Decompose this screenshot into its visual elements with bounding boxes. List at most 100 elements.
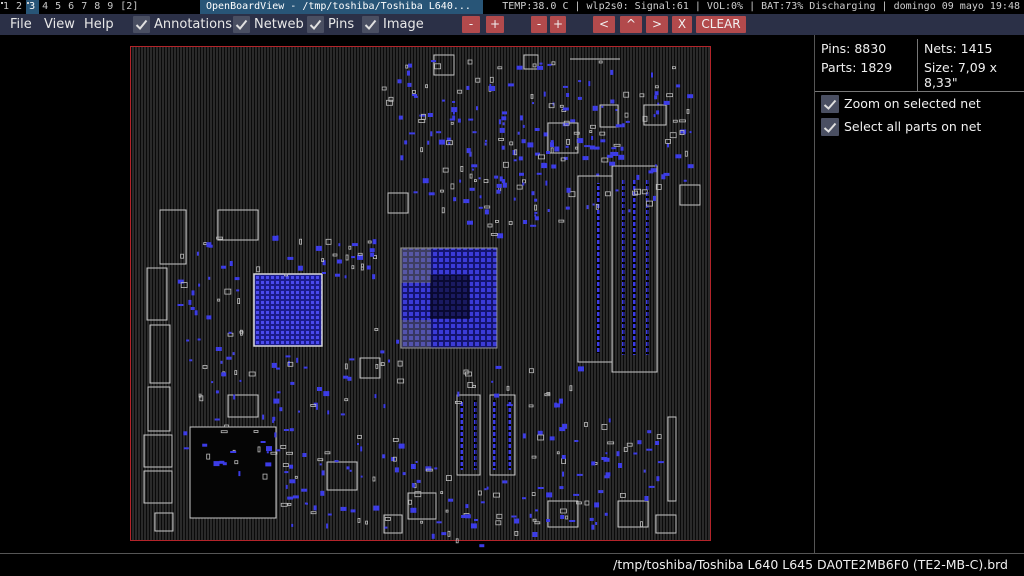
- smd-component[interactable]: [480, 501, 485, 504]
- smd-component[interactable]: [407, 70, 410, 76]
- smd-component[interactable]: [586, 205, 589, 210]
- smd-component[interactable]: [501, 116, 507, 121]
- smd-component[interactable]: [177, 304, 184, 306]
- smd-component[interactable]: [313, 505, 317, 511]
- smd-component[interactable]: [351, 243, 358, 247]
- smd-component[interactable]: [594, 502, 600, 508]
- smd-component[interactable]: [653, 195, 656, 201]
- smd-component[interactable]: [620, 146, 624, 151]
- smd-component[interactable]: [474, 519, 478, 521]
- smd-component[interactable]: [384, 526, 388, 529]
- smd-component[interactable]: [592, 203, 595, 206]
- smd-component[interactable]: [625, 120, 630, 123]
- smd-component[interactable]: [419, 114, 426, 117]
- smd-component[interactable]: [189, 359, 193, 362]
- smd-component[interactable]: [615, 124, 622, 128]
- gpu-part[interactable]: [400, 247, 498, 349]
- smd-component[interactable]: [289, 479, 296, 484]
- smd-component[interactable]: [644, 496, 649, 501]
- smd-component[interactable]: [409, 132, 415, 135]
- smd-component[interactable]: [301, 488, 308, 492]
- smd-component[interactable]: [562, 123, 569, 127]
- smd-component[interactable]: [196, 251, 199, 256]
- zoom-out-button[interactable]: -: [462, 16, 480, 33]
- pan-up-button[interactable]: ^: [620, 16, 642, 33]
- smd-component[interactable]: [215, 347, 222, 351]
- smd-component[interactable]: [610, 151, 617, 155]
- smd-component[interactable]: [550, 142, 554, 148]
- smd-component[interactable]: [484, 488, 487, 491]
- smd-component[interactable]: [191, 290, 195, 296]
- smd-component[interactable]: [303, 366, 308, 369]
- smd-component[interactable]: [327, 513, 332, 516]
- smd-component[interactable]: [194, 310, 198, 316]
- smd-component[interactable]: [537, 430, 543, 435]
- smd-component[interactable]: [287, 256, 294, 260]
- smd-component[interactable]: [349, 358, 355, 361]
- smd-component[interactable]: [519, 115, 523, 121]
- smd-component[interactable]: [589, 517, 594, 521]
- smd-component[interactable]: [266, 446, 272, 452]
- smd-component[interactable]: [546, 519, 551, 522]
- smd-component[interactable]: [338, 243, 341, 247]
- smd-component[interactable]: [372, 239, 377, 245]
- smd-component[interactable]: [289, 464, 294, 469]
- smd-component[interactable]: [534, 216, 539, 221]
- smd-component[interactable]: [578, 366, 584, 372]
- smd-component[interactable]: [469, 151, 472, 157]
- smd-component[interactable]: [422, 178, 429, 184]
- smd-component[interactable]: [502, 182, 507, 188]
- smd-component[interactable]: [265, 462, 272, 467]
- smd-component[interactable]: [618, 463, 622, 468]
- smd-component[interactable]: [551, 164, 557, 169]
- smd-component[interactable]: [562, 423, 568, 429]
- smd-component[interactable]: [576, 473, 583, 476]
- smd-component[interactable]: [570, 119, 576, 123]
- smd-component[interactable]: [562, 107, 569, 111]
- smd-component[interactable]: [495, 365, 502, 369]
- smd-component[interactable]: [518, 156, 523, 161]
- smd-component[interactable]: [574, 440, 579, 442]
- smd-component[interactable]: [534, 128, 540, 131]
- smd-component[interactable]: [428, 192, 435, 196]
- large-module-outline[interactable]: [189, 426, 277, 519]
- smd-component[interactable]: [584, 145, 591, 148]
- smd-component[interactable]: [228, 331, 232, 334]
- workspace-scratch[interactable]: [2]: [117, 0, 142, 14]
- smd-component[interactable]: [636, 174, 640, 180]
- smd-component[interactable]: [412, 94, 417, 96]
- smd-component[interactable]: [374, 394, 377, 399]
- smd-component[interactable]: [563, 85, 568, 88]
- smd-component[interactable]: [607, 154, 613, 158]
- smd-component[interactable]: [463, 199, 470, 204]
- smd-component[interactable]: [532, 532, 538, 537]
- smd-component[interactable]: [186, 339, 190, 342]
- smd-component[interactable]: [226, 356, 232, 360]
- smd-component[interactable]: [183, 447, 189, 450]
- smd-component[interactable]: [279, 407, 283, 412]
- smd-component[interactable]: [675, 154, 682, 159]
- smd-component[interactable]: [615, 109, 618, 111]
- smd-component[interactable]: [291, 523, 294, 527]
- smd-component[interactable]: [183, 431, 188, 436]
- smd-component[interactable]: [593, 146, 600, 150]
- smd-component[interactable]: [470, 523, 477, 529]
- menu-file[interactable]: File: [10, 14, 32, 35]
- smd-component[interactable]: [220, 360, 223, 364]
- smd-component[interactable]: [523, 220, 528, 224]
- smd-component[interactable]: [285, 484, 288, 489]
- smd-component[interactable]: [266, 451, 269, 454]
- close-button[interactable]: X: [672, 16, 692, 33]
- smd-component[interactable]: [687, 164, 694, 169]
- smd-component[interactable]: [373, 505, 380, 511]
- smd-component[interactable]: [334, 460, 339, 463]
- smd-component[interactable]: [290, 381, 295, 385]
- smd-component[interactable]: [320, 490, 325, 496]
- smd-component[interactable]: [190, 307, 195, 310]
- smd-component[interactable]: [396, 339, 400, 344]
- smd-component[interactable]: [559, 486, 564, 490]
- smd-component[interactable]: [274, 432, 277, 438]
- menu-view[interactable]: View: [44, 14, 75, 35]
- smd-component[interactable]: [221, 372, 227, 377]
- smd-component[interactable]: [434, 467, 438, 470]
